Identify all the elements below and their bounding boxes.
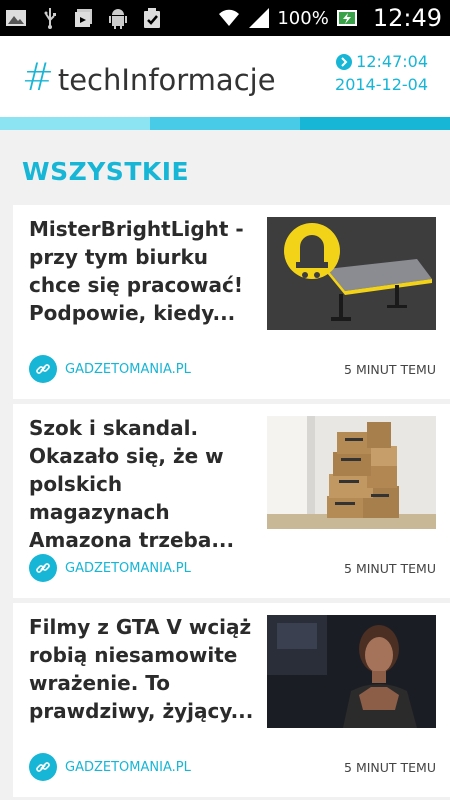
article-title[interactable]: Szok i skandal. Okazało się, że w polski… bbox=[29, 414, 254, 554]
link-icon[interactable] bbox=[29, 355, 57, 383]
status-bar: 100% 12:49 bbox=[0, 0, 450, 36]
usb-icon bbox=[44, 8, 56, 29]
article-source[interactable]: GADZETOMANIA.PL bbox=[65, 760, 191, 775]
link-icon[interactable] bbox=[29, 554, 57, 582]
android-icon bbox=[109, 9, 127, 29]
article-source[interactable]: GADZETOMANIA.PL bbox=[65, 362, 191, 377]
gta-woman-image[interactable] bbox=[267, 615, 436, 728]
article-card[interactable]: Filmy z GTA V wciąż robią niesamowite wr… bbox=[13, 603, 450, 797]
article-footer: GADZETOMANIA.PL 5 MINUT TEMU bbox=[29, 355, 436, 383]
article-card[interactable]: MisterBrightLight - przy tym biurku chce… bbox=[13, 205, 450, 399]
article-footer: GADZETOMANIA.PL 5 MINUT TEMU bbox=[29, 554, 436, 582]
status-time: 12:49 bbox=[372, 4, 442, 32]
last-update-clock: 12:47:04 2014-12-04 bbox=[335, 50, 428, 96]
update-time: 12:47:04 bbox=[356, 52, 428, 71]
desk-image[interactable] bbox=[267, 217, 436, 330]
app-logo[interactable]: # techInformacje bbox=[22, 58, 276, 96]
article-title[interactable]: Filmy z GTA V wciąż robią niesamowite wr… bbox=[29, 613, 254, 725]
tab-indicator-2[interactable] bbox=[150, 117, 300, 130]
media-upload-icon bbox=[75, 9, 92, 27]
wifi-icon bbox=[219, 9, 240, 26]
hash-logo: # bbox=[22, 55, 54, 99]
link-icon[interactable] bbox=[29, 753, 57, 781]
article-card[interactable]: Szok i skandal. Okazało się, że w polski… bbox=[13, 404, 450, 598]
signal-icon bbox=[249, 8, 270, 28]
update-date: 2014-12-04 bbox=[335, 75, 428, 94]
battery-charging-icon bbox=[336, 10, 357, 26]
article-time: 5 MINUT TEMU bbox=[344, 560, 436, 576]
tab-indicator-3[interactable] bbox=[300, 117, 450, 130]
tab-indicator-strip bbox=[0, 117, 450, 130]
article-time: 5 MINUT TEMU bbox=[344, 759, 436, 775]
article-time: 5 MINUT TEMU bbox=[344, 361, 436, 377]
app-title: techInformacje bbox=[57, 63, 276, 97]
battery-percent: 100% bbox=[277, 7, 329, 29]
article-source[interactable]: GADZETOMANIA.PL bbox=[65, 561, 191, 576]
section-title: WSZYSTKIE bbox=[22, 157, 190, 186]
amazon-boxes-image[interactable] bbox=[267, 416, 436, 529]
app-header: # techInformacje 12:47:04 2014-12-04 bbox=[0, 36, 450, 117]
tab-indicator-1[interactable] bbox=[0, 117, 150, 130]
clipboard-check-icon bbox=[144, 8, 160, 28]
chevron-right-circle-icon bbox=[336, 53, 353, 70]
image-icon bbox=[6, 10, 26, 26]
article-title[interactable]: MisterBrightLight - przy tym biurku chce… bbox=[29, 215, 254, 327]
article-footer: GADZETOMANIA.PL 5 MINUT TEMU bbox=[29, 753, 436, 781]
